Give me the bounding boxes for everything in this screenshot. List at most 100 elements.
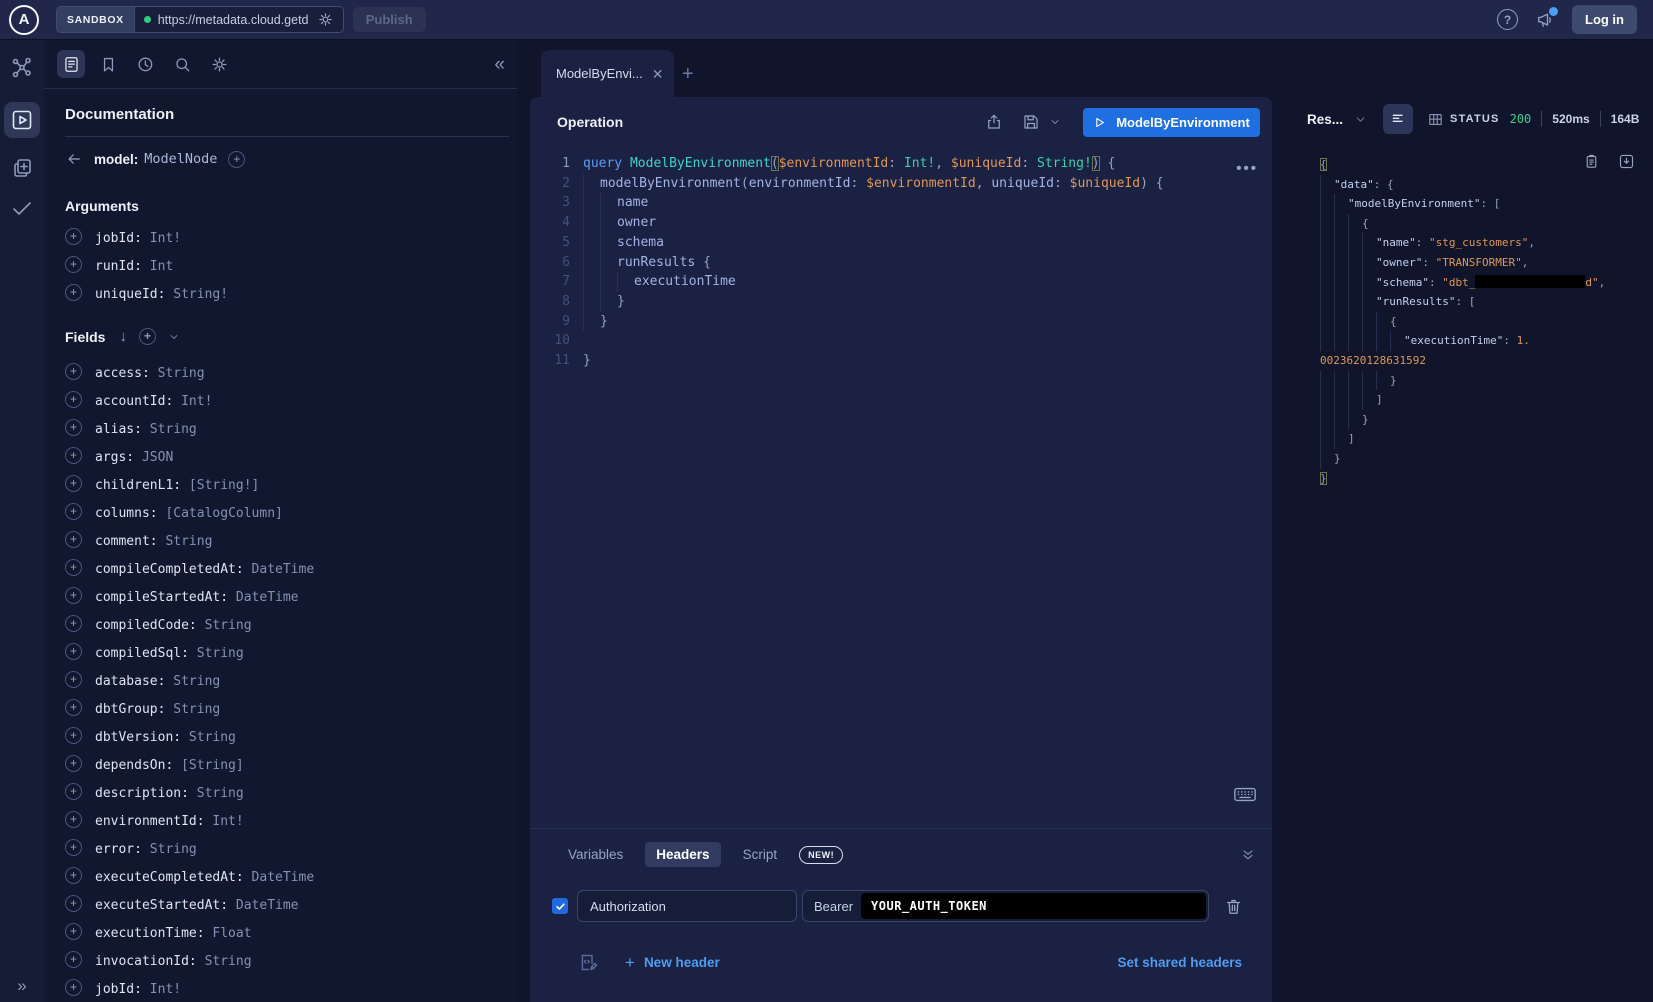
endpoint-url-text[interactable]: https://metadata.cloud.getd [158,13,310,27]
checks-nav-icon[interactable] [10,196,34,220]
editor-code[interactable]: query ModelByEnvironment($environmentId:… [583,154,1164,371]
field-row[interactable]: +environmentId: Int! [65,805,513,833]
add-field-button[interactable]: + [65,284,82,301]
field-row[interactable]: +invocationId: String [65,945,513,973]
add-field-button[interactable]: + [65,643,82,660]
field-row[interactable]: +compiledSql: String [65,637,513,665]
script-file-icon[interactable] [578,952,599,973]
field-row[interactable]: +access: String [65,357,513,385]
add-field-button[interactable]: + [65,531,82,548]
add-field-button[interactable]: + [65,727,82,744]
raw-view-icon[interactable] [1383,104,1413,134]
close-tab-icon[interactable]: ✕ [652,67,664,81]
tab-variables[interactable]: Variables [560,842,631,867]
add-field-button[interactable]: + [65,979,82,996]
add-field-button[interactable]: + [65,256,82,273]
login-button[interactable]: Log in [1572,5,1637,34]
announcements-megaphone-icon[interactable] [1535,10,1555,30]
operation-tab[interactable]: ModelByEnvi... ✕ [541,50,674,97]
add-field-button[interactable]: + [65,615,82,632]
documentation-tab-icon[interactable] [57,50,85,78]
search-tab-icon[interactable] [168,50,196,78]
add-field-button[interactable]: + [65,228,82,245]
field-row[interactable]: +executeCompletedAt: DateTime [65,861,513,889]
field-row[interactable]: +compileStartedAt: DateTime [65,581,513,609]
set-shared-headers-link[interactable]: Set shared headers [1117,955,1242,970]
field-row[interactable]: +dbtVersion: String [65,721,513,749]
tab-headers[interactable]: Headers [645,842,720,867]
tab-script[interactable]: Script [735,842,786,867]
share-operation-icon[interactable] [985,113,1003,131]
add-field-button[interactable]: + [65,951,82,968]
add-field-button[interactable]: + [65,587,82,604]
model-type-link[interactable]: ModelNode [144,151,217,167]
delete-header-icon[interactable] [1224,897,1243,916]
explorer-nav-item[interactable] [4,102,40,138]
field-row[interactable]: +executionTime: Float [65,917,513,945]
editor-more-menu-icon[interactable]: ••• [1236,160,1258,177]
download-response-icon[interactable] [1618,153,1635,170]
response-body[interactable]: {"data": {"modelByEnvironment": [{"name"… [1285,141,1653,488]
field-row[interactable]: +args: JSON [65,441,513,469]
field-row[interactable]: +description: String [65,777,513,805]
collapse-bottom-panel-icon[interactable] [1240,847,1256,863]
keyboard-shortcuts-icon[interactable] [1234,787,1256,802]
field-row[interactable]: +executeStartedAt: DateTime [65,889,513,917]
field-row[interactable]: +jobId: Int! [65,222,513,250]
schema-graph-icon[interactable] [10,56,34,80]
response-title-chevron-icon[interactable] [1354,113,1367,126]
field-row[interactable]: +dependsOn: [String] [65,749,513,777]
add-field-button[interactable]: + [65,419,82,436]
docs-nav-icon[interactable] [10,156,34,180]
fields-add-chevron-icon[interactable] [168,331,180,343]
add-field-button[interactable]: + [65,839,82,856]
bookmarks-tab-icon[interactable] [94,50,122,78]
field-row[interactable]: +uniqueId: String! [65,278,513,306]
back-arrow-icon[interactable] [65,150,83,168]
endpoint-url-input[interactable]: https://metadata.cloud.getd [135,7,343,32]
add-field-button[interactable]: + [65,363,82,380]
sort-fields-icon[interactable]: ↓ [119,328,127,345]
publish-button[interactable]: Publish [353,7,426,32]
expand-rail-icon[interactable]: » [17,976,26,996]
field-row[interactable]: +comment: String [65,525,513,553]
field-row[interactable]: +childrenL1: [String!] [65,469,513,497]
field-row[interactable]: +compileCompletedAt: DateTime [65,553,513,581]
add-all-fields-button[interactable]: + [139,328,156,345]
add-field-button[interactable]: + [65,447,82,464]
field-row[interactable]: +error: String [65,833,513,861]
add-field-button[interactable]: + [65,895,82,912]
header-enabled-checkbox[interactable] [552,898,568,914]
collapse-panel-icon[interactable]: « [494,55,505,74]
auth-token-value[interactable]: YOUR_AUTH_TOKEN [861,893,1206,919]
new-tab-button[interactable]: + [682,64,694,84]
add-field-button[interactable]: + [65,699,82,716]
field-row[interactable]: +jobId: Int! [65,973,513,1001]
add-field-button[interactable]: + [65,503,82,520]
history-tab-icon[interactable] [131,50,159,78]
field-row[interactable]: +accountId: Int! [65,385,513,413]
field-row[interactable]: +columns: [CatalogColumn] [65,497,513,525]
header-value-input[interactable]: Bearer YOUR_AUTH_TOKEN [802,890,1209,922]
operation-editor[interactable]: 1234567891011 query ModelByEnvironment($… [530,154,1272,371]
header-name-input[interactable]: Authorization [577,890,797,922]
table-view-icon[interactable] [1420,104,1450,134]
add-field-button[interactable]: + [65,811,82,828]
add-field-button[interactable]: + [65,755,82,772]
endpoint-settings-gear-icon[interactable] [317,11,334,28]
run-operation-button[interactable]: ModelByEnvironment [1083,108,1260,137]
add-field-button[interactable]: + [65,391,82,408]
field-row[interactable]: +alias: String [65,413,513,441]
add-field-button[interactable]: + [65,671,82,688]
add-field-button[interactable]: + [65,783,82,800]
field-row[interactable]: +database: String [65,665,513,693]
field-row[interactable]: +runId: Int [65,250,513,278]
settings-tab-icon[interactable] [205,50,233,78]
add-field-button[interactable]: + [65,475,82,492]
add-model-button[interactable]: + [228,151,245,168]
new-header-button[interactable]: + New header [625,953,720,973]
add-field-button[interactable]: + [65,559,82,576]
save-operation-icon[interactable] [1022,113,1040,131]
help-icon[interactable]: ? [1497,9,1518,30]
field-row[interactable]: +dbtGroup: String [65,693,513,721]
